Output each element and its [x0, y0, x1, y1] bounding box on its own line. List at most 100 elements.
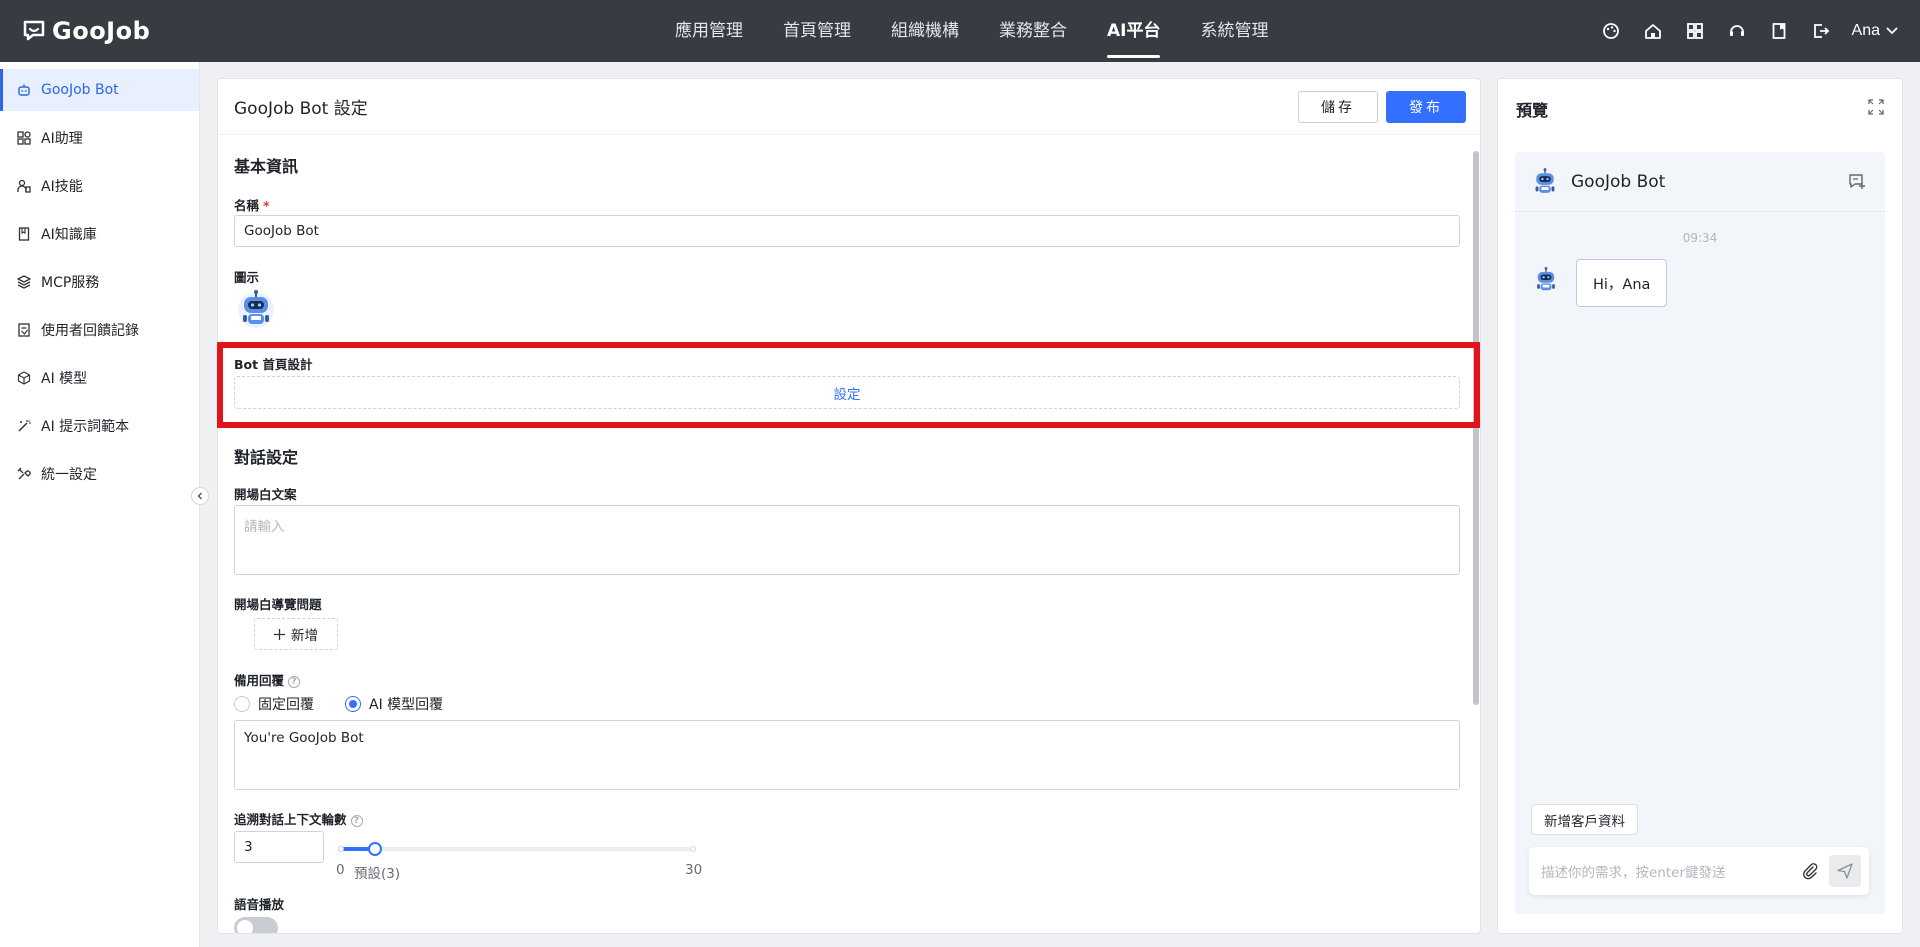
logo-text: GooJob: [52, 17, 151, 45]
send-button[interactable]: [1829, 855, 1861, 887]
fallback-option-fixed-label: 固定回覆: [258, 697, 314, 713]
palette-icon[interactable]: [1600, 20, 1622, 42]
slider-min-label: 0: [336, 862, 345, 878]
cube-icon: [16, 371, 31, 386]
chat-message-input[interactable]: 描述你的需求，按enter鍵發送: [1529, 847, 1869, 895]
context-slider-thumb[interactable]: [368, 842, 383, 856]
nav-ai-platform[interactable]: AI平台: [1087, 0, 1180, 62]
bot-icon: [16, 83, 31, 98]
fallback-text-value: You're GooJob Bot: [244, 730, 364, 746]
slider-default-label: 預設(3): [354, 866, 401, 882]
chat-input-placeholder: 描述你的需求，按enter鍵發送: [1541, 865, 1726, 881]
voice-playback-label: 語音播放: [234, 897, 285, 912]
sidebar-item-label: 統一設定: [41, 467, 97, 483]
sidebar-item-ai-knowledge-base[interactable]: AI知識庫: [0, 213, 199, 255]
bot-message-avatar: [1531, 265, 1561, 295]
main-nav: 應用管理 首頁管理 組織機構 業務整合 AI平台 系統管理: [655, 0, 1288, 62]
settings-icon: [16, 467, 31, 482]
chevron-left-icon: [197, 492, 202, 500]
add-question-button[interactable]: 新增: [254, 618, 338, 650]
sidebar: GooJob Bot AI助理 AI技能 AI知識庫 MCP服務 使用者回饋記錄…: [0, 62, 200, 947]
slider-min-dot: [338, 846, 344, 852]
nav-app-management[interactable]: 應用管理: [655, 0, 763, 62]
opening-text-placeholder: 請輸入: [244, 519, 285, 535]
book-icon: [16, 227, 31, 242]
sidebar-item-label: AI 模型: [41, 371, 88, 387]
help-icon[interactable]: ?: [350, 814, 363, 827]
bot-avatar-icon: [1535, 167, 1555, 193]
bot-avatar-icon[interactable]: [234, 287, 278, 331]
sidebar-item-ai-assistant[interactable]: AI助理: [0, 117, 199, 159]
sidebar-item-ai-prompt-templates[interactable]: AI 提示詞範本: [0, 405, 199, 447]
context-slider-track[interactable]: [340, 847, 694, 851]
publish-button[interactable]: 發布: [1386, 91, 1466, 123]
nav-system-management[interactable]: 系統管理: [1180, 0, 1288, 62]
sidebar-item-label: MCP服務: [41, 275, 100, 291]
form-scrollbar[interactable]: [1473, 151, 1479, 705]
voice-playback-toggle[interactable]: [234, 917, 278, 933]
expand-icon[interactable]: [1868, 99, 1884, 115]
page-title: GooJob Bot 設定: [234, 99, 368, 119]
chat-logo-icon: [23, 20, 45, 41]
nav-organization[interactable]: 組織機構: [871, 0, 979, 62]
top-toolbar: Ana: [1600, 0, 1898, 62]
context-rounds-input[interactable]: 3: [234, 831, 324, 863]
context-rounds-label-text: 追溯對話上下文輪數: [234, 812, 347, 827]
support-icon[interactable]: [1726, 20, 1748, 42]
name-label: 名稱 *: [234, 195, 270, 214]
opening-text-input[interactable]: 請輸入: [234, 505, 1460, 575]
send-icon: [1837, 863, 1853, 879]
skill-icon: [16, 179, 31, 194]
bot-greeting-bubble: Hi，Ana: [1576, 259, 1668, 307]
radio-ai-model[interactable]: [345, 696, 361, 712]
preview-panel: 預覽 GooJob Bot 09:34 Hi，Ana 新增客戶資料 描述你的需求…: [1497, 78, 1903, 934]
slider-max-dot: [690, 846, 696, 852]
user-name: Ana: [1851, 22, 1880, 39]
fallback-option-ai[interactable]: AI 模型回覆: [345, 694, 443, 714]
user-menu[interactable]: Ana: [1852, 22, 1898, 40]
fallback-option-ai-label: AI 模型回覆: [369, 697, 444, 713]
chat-bot-name: GooJob Bot: [1571, 171, 1666, 192]
fallback-text-input[interactable]: You're GooJob Bot: [234, 720, 1460, 790]
home-design-settings-label: 設定: [833, 386, 861, 403]
quick-action-chip[interactable]: 新增客戶資料: [1531, 804, 1638, 835]
nav-business-integration[interactable]: 業務整合: [979, 0, 1087, 62]
sidebar-item-label: AI助理: [41, 131, 83, 147]
fallback-label: 備用回覆?: [234, 670, 301, 689]
sidebar-item-label: GooJob Bot: [41, 82, 119, 98]
goojob-logo[interactable]: GooJob: [22, 17, 150, 45]
apps-grid-icon[interactable]: [1684, 20, 1706, 42]
chevron-down-icon: [1886, 27, 1898, 35]
required-mark: *: [263, 198, 270, 213]
wand-icon: [16, 419, 31, 434]
attachment-icon[interactable]: [1801, 862, 1819, 880]
new-chat-icon[interactable]: [1847, 171, 1867, 191]
sidebar-collapse-button[interactable]: [191, 487, 209, 505]
nav-home-management[interactable]: 首頁管理: [763, 0, 871, 62]
name-input[interactable]: GooJob Bot: [234, 215, 1460, 247]
radio-fixed[interactable]: [234, 696, 250, 712]
sidebar-item-ai-skills[interactable]: AI技能: [0, 165, 199, 207]
save-button[interactable]: 儲存: [1298, 91, 1378, 123]
fallback-option-fixed[interactable]: 固定回覆: [234, 694, 314, 714]
slider-max-label: 30: [685, 862, 703, 878]
sidebar-item-unified-settings[interactable]: 統一設定: [0, 453, 199, 495]
name-input-value: GooJob Bot: [244, 223, 319, 239]
chat-preview: GooJob Bot 09:34 Hi，Ana 新增客戶資料 描述你的需求，按e…: [1515, 152, 1885, 914]
home-icon[interactable]: [1642, 20, 1664, 42]
preview-title: 預覽: [1516, 101, 1549, 120]
sidebar-item-user-feedback[interactable]: 使用者回饋記錄: [0, 309, 199, 351]
document-icon[interactable]: [1768, 20, 1790, 42]
sidebar-item-goojob-bot[interactable]: GooJob Bot: [0, 69, 199, 111]
sidebar-item-label: AI 提示詞範本: [41, 419, 130, 435]
plus-icon: [274, 628, 285, 640]
home-design-settings-button[interactable]: 設定: [234, 376, 1460, 409]
help-icon[interactable]: ?: [288, 675, 301, 688]
chat-header: GooJob Bot: [1515, 152, 1885, 212]
sidebar-item-label: AI技能: [41, 179, 83, 195]
layers-icon: [16, 275, 31, 290]
logout-icon[interactable]: [1810, 20, 1832, 42]
sidebar-item-mcp-service[interactable]: MCP服務: [0, 261, 199, 303]
add-question-label: 新增: [291, 628, 318, 644]
sidebar-item-ai-model[interactable]: AI 模型: [0, 357, 199, 399]
